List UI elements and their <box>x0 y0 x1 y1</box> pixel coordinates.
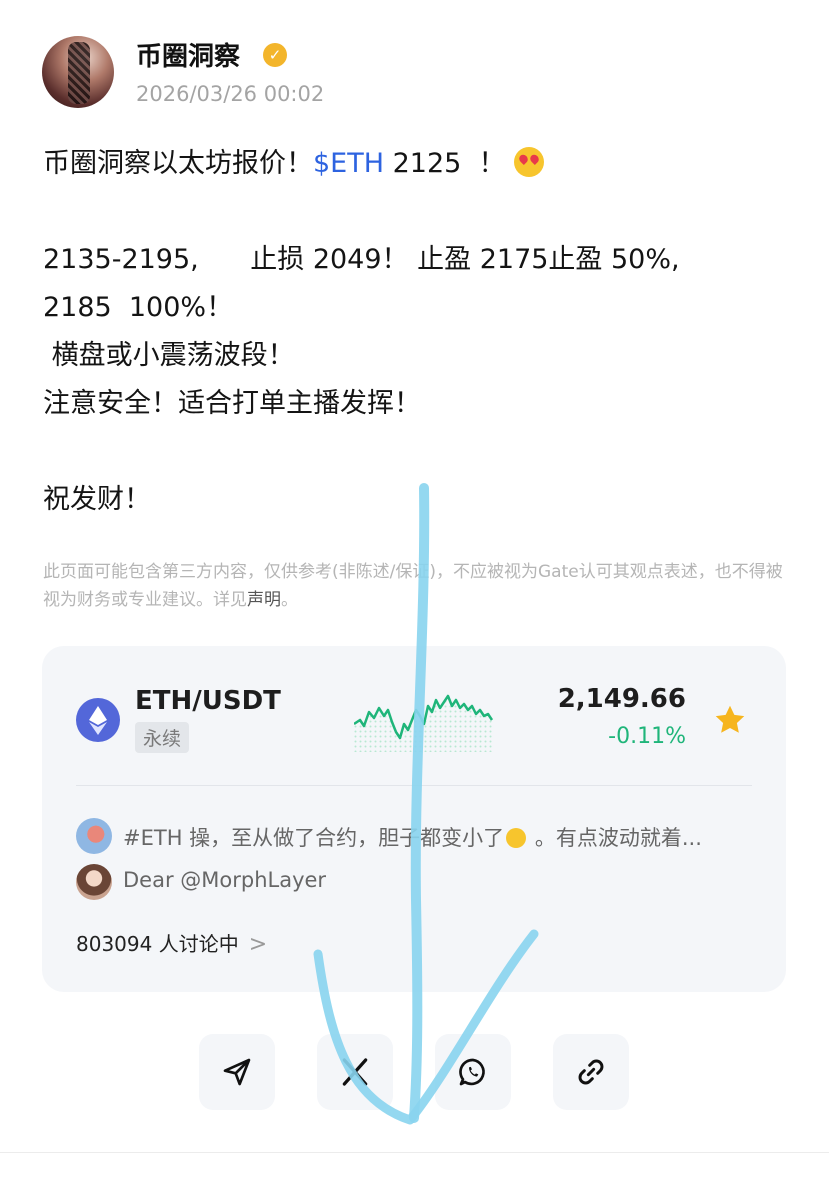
link-icon <box>578 1059 604 1085</box>
pair-name: ETH/USDT <box>135 686 281 716</box>
contract-type-badge: 永续 <box>135 722 190 753</box>
share-copy-link-button[interactable] <box>553 1034 629 1110</box>
author-name[interactable]: 币圈洞察 <box>136 36 240 73</box>
top-comment[interactable]: #ETH 操，至从做了合约，胆子都变小了 。有点波动就着... <box>123 822 702 852</box>
post-line-6: 祝发财！ <box>43 484 151 515</box>
worried-emoji-icon <box>506 828 527 848</box>
eth-coin-icon <box>76 698 120 742</box>
whatsapp-icon <box>459 1058 485 1086</box>
post-line-2: 2135-2195, 止损 2049！ 止盈 2175止盈 50%, <box>43 244 680 275</box>
card-divider <box>76 785 752 786</box>
post-line-1: 币圈洞察以太坊报价！$ETH 2125 ！ <box>43 140 803 188</box>
post-timestamp: 2026/03/26 00:02 <box>136 82 325 106</box>
favorite-star-icon[interactable] <box>712 702 748 738</box>
commenter-avatar <box>76 818 112 854</box>
eth-ticker-link[interactable]: $ETH <box>313 148 384 179</box>
x-logo-icon <box>342 1058 368 1086</box>
price-sparkline <box>354 694 494 752</box>
share-send-button[interactable] <box>199 1034 275 1110</box>
post-line-4: 横盘或小震荡波段！ <box>43 340 295 371</box>
chevron-right-icon: > <box>248 932 268 957</box>
bottom-divider <box>0 1152 829 1153</box>
verified-badge-icon: ✓ <box>263 43 287 67</box>
market-card[interactable]: ETH/USDT 永续 2,149.66 -0.11% #ETH 操，至从做了合… <box>42 646 786 992</box>
send-icon <box>223 1058 251 1086</box>
last-price: 2,149.66 <box>557 684 686 714</box>
price-change: -0.11% <box>608 724 686 749</box>
disclaimer: 此页面可能包含第三方内容，仅供参考(非陈述/保证)，不应被视为Gate认可其观点… <box>43 562 783 610</box>
author-avatar[interactable] <box>42 36 114 108</box>
second-comment[interactable]: Dear @MorphLayer <box>123 868 326 892</box>
post-line-5: 注意安全！适合打单主播发挥！ <box>43 388 421 419</box>
post-line-3: 2185 100%！ <box>43 292 234 323</box>
post-content: 币圈洞察以太坊报价！$ETH 2125 ！ 2135-2195, 止损 2049… <box>43 140 803 524</box>
share-whatsapp-button[interactable] <box>435 1034 511 1110</box>
share-x-button[interactable] <box>317 1034 393 1110</box>
heart-eyes-emoji-icon <box>514 147 545 177</box>
commenter-avatar <box>76 864 112 900</box>
disclaimer-link[interactable]: 声明 <box>247 590 281 610</box>
discussion-count-link[interactable]: 803094 人讨论中 > <box>76 928 267 957</box>
